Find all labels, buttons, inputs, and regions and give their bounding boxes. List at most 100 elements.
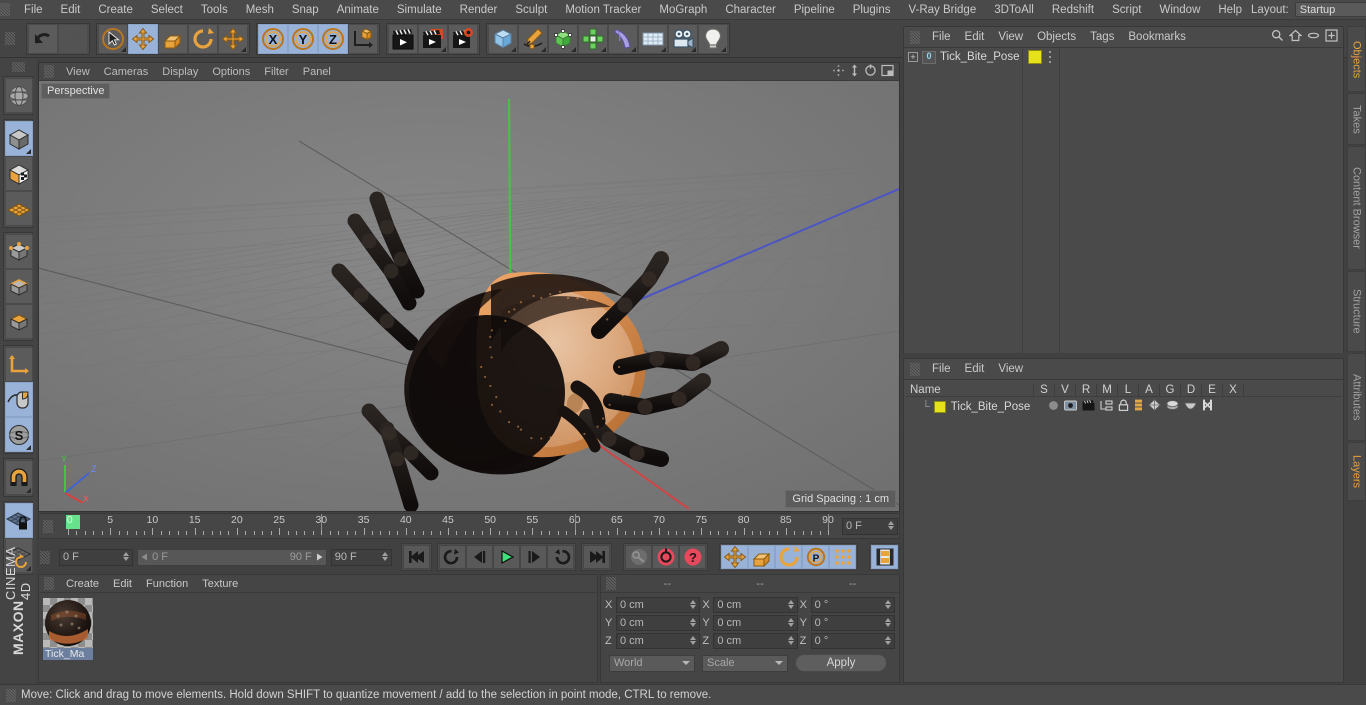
spinner-icon[interactable]	[884, 618, 891, 627]
coordinates-grip[interactable]	[606, 577, 616, 590]
add-cube-button[interactable]	[488, 23, 518, 54]
menu-window[interactable]: Window	[1150, 0, 1209, 19]
points-mode-button[interactable]	[5, 234, 33, 269]
transport-grip[interactable]	[40, 550, 50, 564]
magnet-tool-button[interactable]	[5, 460, 33, 495]
coord-size-field[interactable]: 0 cm	[713, 633, 798, 649]
rotate-tool[interactable]	[188, 23, 218, 54]
live-selection-tool[interactable]	[98, 23, 128, 54]
enable-snapping-button[interactable]	[5, 382, 33, 417]
layer-manager-grip[interactable]	[910, 362, 920, 376]
viewport-menu-options[interactable]: Options	[205, 63, 257, 80]
preview-range-slider[interactable]: 0 F 90 F	[137, 548, 327, 566]
keyframe-selection-button[interactable]: ?	[679, 545, 707, 569]
spinner-icon[interactable]	[787, 600, 794, 609]
current-frame-field[interactable]: 0 F	[59, 548, 134, 566]
coord-size-field[interactable]: 0 cm	[713, 615, 798, 631]
menu-select[interactable]: Select	[142, 0, 192, 19]
left-toolbar-grip[interactable]	[11, 62, 25, 72]
zoom-view-icon[interactable]	[849, 64, 860, 80]
spinner-icon[interactable]	[787, 618, 794, 627]
material-menu-texture[interactable]: Texture	[195, 575, 245, 592]
spinner-icon[interactable]	[690, 618, 697, 627]
solo-dot-icon[interactable]	[1048, 400, 1059, 414]
timeline-ruler[interactable]: 051015202530354045505560657075808590	[66, 514, 834, 538]
object-manager-grip[interactable]	[910, 30, 920, 44]
apply-button[interactable]: Apply	[795, 654, 887, 672]
add-generator-button[interactable]	[548, 23, 578, 54]
spinner-icon[interactable]	[690, 600, 697, 609]
add-light-button[interactable]	[698, 23, 728, 54]
free-move-tool[interactable]	[218, 23, 248, 54]
record-scale-button[interactable]	[748, 545, 776, 569]
world-object-coordinates[interactable]	[348, 23, 378, 54]
right-tab-content-browser[interactable]: Content Browser	[1347, 146, 1366, 271]
expressions-icon[interactable]	[1184, 400, 1197, 413]
make-editable-button[interactable]	[5, 78, 33, 113]
texture-mode-button[interactable]	[5, 156, 33, 191]
go-to-end-button[interactable]	[583, 545, 611, 569]
lock-icon[interactable]	[1118, 399, 1129, 414]
coord-size-field[interactable]: 0 cm	[713, 597, 798, 613]
menu-grip[interactable]	[0, 3, 10, 16]
object-menu-tags[interactable]: Tags	[1083, 27, 1121, 47]
menu-v-ray-bridge[interactable]: V-Ray Bridge	[899, 0, 985, 19]
material-menu-create[interactable]: Create	[59, 575, 106, 592]
timeline-grip[interactable]	[43, 519, 53, 533]
add-array-button[interactable]	[578, 23, 608, 54]
menu-simulate[interactable]: Simulate	[388, 0, 451, 19]
object-menu-objects[interactable]: Objects	[1030, 27, 1083, 47]
spinner-icon[interactable]	[123, 552, 130, 561]
viewport-menu-filter[interactable]: Filter	[257, 63, 295, 80]
material-menu-edit[interactable]: Edit	[106, 575, 139, 592]
manager-icon[interactable]	[1100, 399, 1113, 414]
spinner-icon[interactable]	[888, 521, 894, 530]
layer-color-swatch[interactable]	[933, 400, 946, 413]
layer-menu-view[interactable]: View	[991, 359, 1030, 379]
layer-menu-file[interactable]: File	[925, 359, 958, 379]
menu-mograph[interactable]: MoGraph	[650, 0, 716, 19]
menu-sculpt[interactable]: Sculpt	[506, 0, 556, 19]
right-tab-attributes[interactable]: Attributes	[1347, 353, 1366, 442]
menu-redshift[interactable]: Redshift	[1043, 0, 1103, 19]
go-to-start-button[interactable]	[403, 545, 431, 569]
record-parameter-button[interactable]: P	[802, 545, 830, 569]
layer-row[interactable]: └ Tick_Bite_Pose	[904, 399, 1343, 414]
render-view-button[interactable]	[388, 23, 418, 54]
object-menu-bookmarks[interactable]: Bookmarks	[1121, 27, 1193, 47]
coord-rotation-field[interactable]: 0 °	[810, 597, 895, 613]
add-deformer-button[interactable]	[608, 23, 638, 54]
model-mode-button[interactable]	[5, 121, 33, 156]
enable-axis-button[interactable]	[5, 347, 33, 382]
workplane-mode-button[interactable]	[5, 191, 33, 226]
timeline-frame-field[interactable]: 0 F	[842, 517, 898, 535]
expand-icon[interactable]: +	[908, 52, 918, 62]
menu-mesh[interactable]: Mesh	[237, 0, 283, 19]
keyframe-mode-button[interactable]	[871, 545, 899, 569]
menu-render[interactable]: Render	[451, 0, 507, 19]
right-tab-structure[interactable]: Structure	[1347, 271, 1366, 353]
viewport-menu-view[interactable]: View	[59, 63, 97, 80]
autokeying-button[interactable]	[652, 545, 680, 569]
menu-tools[interactable]: Tools	[192, 0, 237, 19]
record-pla-button[interactable]	[829, 545, 857, 569]
spinner-icon[interactable]	[884, 636, 891, 645]
viewport-menu-panel[interactable]: Panel	[296, 63, 338, 80]
magnifier-icon[interactable]	[1271, 29, 1284, 45]
layout-dropdown[interactable]: Startup	[1294, 2, 1366, 17]
lock-workplane-button[interactable]	[5, 503, 33, 538]
object-menu-file[interactable]: File	[925, 27, 958, 47]
layer-color-tag[interactable]	[1028, 50, 1042, 64]
material-thumbnail[interactable]	[43, 598, 93, 648]
spinner-icon[interactable]	[884, 600, 891, 609]
menu-plugins[interactable]: Plugins	[844, 0, 900, 19]
spinner-icon[interactable]	[382, 552, 389, 561]
add-camera-button[interactable]	[668, 23, 698, 54]
status-grip[interactable]	[6, 688, 16, 702]
animation-icon[interactable]	[1134, 399, 1143, 414]
move-tool[interactable]	[128, 23, 158, 54]
menu-3dtoall[interactable]: 3DToAll	[985, 0, 1043, 19]
render-to-picture-viewer-button[interactable]	[418, 23, 448, 54]
edges-mode-button[interactable]	[5, 269, 33, 304]
step-back-button[interactable]	[466, 545, 494, 569]
